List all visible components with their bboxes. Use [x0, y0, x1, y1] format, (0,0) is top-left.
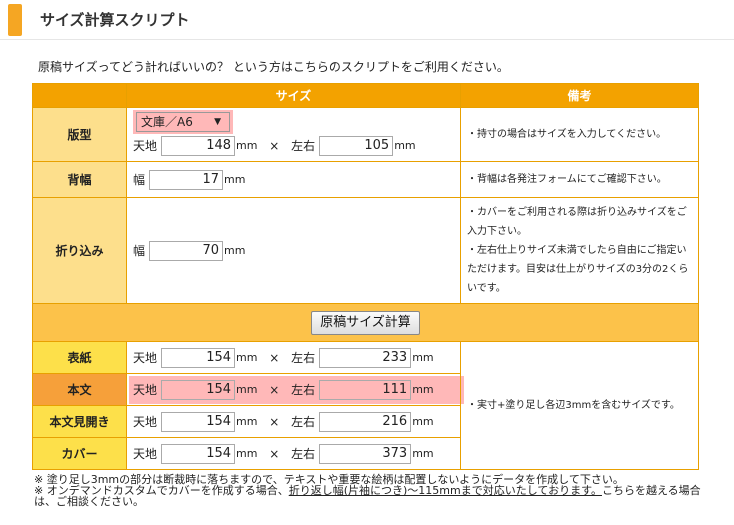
spine-input-cell: 幅 17 mm [126, 161, 461, 198]
tenchi-label: 天地 [133, 415, 158, 429]
body-sayu-output[interactable]: 111 [319, 379, 412, 400]
result-label-jacket: カバー [32, 437, 127, 470]
unit-mm: mm [412, 351, 434, 364]
sayu-label: 左右 [291, 138, 316, 153]
times-sign: × [269, 382, 280, 397]
row-label-spine: 背幅 [32, 161, 127, 198]
result-jacket-cell: 天地 154 mm × 左右 373 mm [126, 437, 461, 470]
calculate-size-button[interactable]: 原稿サイズ計算 [311, 310, 420, 335]
result-cover-cell: 天地 154 mm × 左右 233 mm [126, 341, 461, 374]
sayu-label: 左右 [291, 351, 316, 365]
calculate-row: 原稿サイズ計算 [32, 303, 699, 342]
footnote-custom-b: こちらを越える場合 [601, 484, 701, 497]
unit-mm: mm [236, 383, 258, 396]
tenchi-input[interactable]: 148 [161, 135, 236, 156]
times-sign: × [269, 414, 280, 429]
unit-mm: mm [412, 383, 434, 396]
flap-note-line: いです。 [467, 283, 506, 294]
jacket-tenchi-output[interactable]: 154 [161, 443, 236, 464]
unit-mm: mm [236, 138, 258, 152]
cover-tenchi-output[interactable]: 154 [161, 347, 236, 368]
cover-sayu-output[interactable]: 233 [319, 347, 412, 368]
page-title: サイズ計算スクリプト [40, 11, 190, 29]
results-note: ・実寸+塗り足し各辺3mmを含むサイズです。 [460, 341, 699, 470]
tenchi-label: 天地 [133, 138, 158, 153]
body-spread-sayu-output[interactable]: 216 [319, 411, 412, 432]
header-empty [32, 83, 127, 108]
unit-mm: mm [236, 447, 258, 460]
size-calculator-table: サイズ 備考 版型 文庫／A6 ▼ 天地 148 mm × 左右 105 mm ・持寸の場… [32, 83, 699, 470]
flap-note: ・カバーをご利用される際は折り込みサイズをご 入力下さい。 ・左右仕上りサイズ未… [460, 197, 699, 304]
spine-width-input[interactable]: 17 [149, 169, 224, 190]
flap-width-input[interactable]: 70 [149, 240, 224, 261]
body-spread-tenchi-output[interactable]: 154 [161, 411, 236, 432]
intro-text: 原稿サイズってどう計ればいいの？ という方はこちらのスクリプトをご利用ください。 [38, 60, 509, 74]
spine-width-label: 幅 [133, 173, 146, 187]
spine-note: ・背幅は各発注フォームにてご確認下さい。 [460, 161, 699, 198]
flap-note-line: 入力下さい。 [467, 226, 527, 237]
row-label-format: 版型 [32, 107, 127, 162]
sayu-label: 左右 [291, 383, 316, 397]
footnote-custom-underlined: 折り返し幅(片袖につき)〜115mmまで対応いたしております。 [288, 484, 602, 497]
jacket-sayu-output[interactable]: 373 [319, 443, 412, 464]
format-input-cell: 文庫／A6 ▼ 天地 148 mm × 左右 105 mm [126, 107, 461, 162]
chevron-down-icon: ▼ [214, 117, 221, 128]
format-note: ・持寸の場合はサイズを入力してください。 [460, 107, 699, 162]
column-header-size: サイズ [126, 83, 461, 108]
header-accent-bar [8, 4, 22, 36]
format-select[interactable]: 文庫／A6 ▼ [136, 112, 230, 133]
times-sign: × [269, 138, 280, 153]
column-header-notes: 備考 [460, 83, 699, 108]
result-label-body-spread: 本文見開き [32, 405, 127, 438]
flap-note-line: ・左右仕上りサイズ未満でしたら自由にご指定い [467, 245, 687, 256]
row-label-flap: 折り込み [32, 197, 127, 304]
format-select-value: 文庫／A6 [141, 115, 193, 130]
tenchi-label: 天地 [133, 383, 158, 397]
result-body-spread-cell: 天地 154 mm × 左右 216 mm [126, 405, 461, 438]
unit-mm: mm [394, 138, 416, 152]
flap-width-label: 幅 [133, 244, 146, 258]
result-body-cell: 天地 154 mm × 左右 111 mm [126, 373, 464, 406]
flap-input-cell: 幅 70 mm [126, 197, 461, 304]
unit-mm: mm [412, 447, 434, 460]
body-tenchi-output[interactable]: 154 [161, 379, 236, 400]
flap-note-line: ただけます。目安は仕上がりサイズの3分の2くら [467, 264, 689, 275]
footnotes: ※ 塗り足し3mmの部分は断裁時に落ちますので、テキストや重要な絵柄は配置しない… [34, 474, 710, 507]
page-header: サイズ計算スクリプト [0, 0, 734, 40]
unit-mm: mm [412, 415, 434, 428]
unit-mm: mm [224, 173, 246, 186]
tenchi-label: 天地 [133, 351, 158, 365]
times-sign: × [269, 446, 280, 461]
sayu-input[interactable]: 105 [319, 135, 394, 156]
result-label-body: 本文 [32, 373, 127, 406]
result-label-cover: 表紙 [32, 341, 127, 374]
times-sign: × [269, 350, 280, 365]
flap-note-line: ・カバーをご利用される際は折り込みサイズをご [467, 207, 687, 218]
tenchi-label: 天地 [133, 447, 158, 461]
unit-mm: mm [236, 415, 258, 428]
unit-mm: mm [236, 351, 258, 364]
unit-mm: mm [224, 244, 246, 257]
footnote-consult: は、ご相談ください。 [34, 495, 144, 508]
sayu-label: 左右 [291, 447, 316, 461]
sayu-label: 左右 [291, 415, 316, 429]
